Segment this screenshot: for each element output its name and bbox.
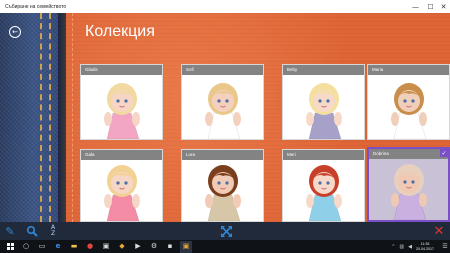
sort-letter-z: Z bbox=[50, 230, 56, 237]
close-window-button[interactable]: ✕ bbox=[437, 0, 450, 13]
doll-photo bbox=[369, 159, 448, 220]
task-view-icon[interactable]: ▭ bbox=[36, 241, 48, 253]
doll-name: Maria bbox=[368, 65, 449, 75]
doll-figure bbox=[204, 83, 241, 139]
denim-seam bbox=[49, 13, 51, 222]
doll-card[interactable]: Beby bbox=[282, 64, 365, 140]
doll-photo bbox=[182, 75, 263, 139]
active-app-icon[interactable]: ▣ bbox=[180, 240, 192, 253]
settings-icon[interactable]: ⚙ bbox=[148, 241, 160, 253]
doll-name: Meri bbox=[283, 150, 364, 160]
app-icon[interactable]: ◆ bbox=[116, 241, 128, 253]
doll-name: Dobrina bbox=[369, 149, 448, 159]
chevron-up-icon[interactable]: ⌃ bbox=[391, 244, 395, 250]
doll-figure bbox=[305, 83, 342, 139]
doll-card[interactable]: Lora bbox=[181, 149, 264, 222]
doll-name: Lora bbox=[182, 150, 263, 160]
doll-figure bbox=[390, 164, 427, 220]
windows-taskbar: ○ ▭ e ▬ ● ▣ ◆ ▶ ⚙ ▪ ▣ ⌃ ▥ ◀ 11:35 20.04.… bbox=[0, 240, 450, 253]
doll-name: Gala bbox=[81, 150, 162, 160]
doll-figure bbox=[103, 83, 140, 139]
windows-start-icon[interactable] bbox=[4, 241, 16, 253]
doll-figure bbox=[103, 165, 140, 221]
pencil-icon[interactable]: ✎ bbox=[3, 224, 17, 238]
chrome-icon[interactable]: ● bbox=[84, 241, 96, 253]
clock-date: 20.04.2017 bbox=[416, 246, 434, 251]
search-icon[interactable] bbox=[25, 224, 39, 238]
denim-seam bbox=[40, 13, 42, 222]
checkmark-icon: ✓ bbox=[440, 149, 448, 157]
denim-background bbox=[0, 13, 62, 222]
store-icon[interactable]: ▣ bbox=[100, 241, 112, 253]
doll-photo bbox=[283, 75, 364, 139]
network-icon[interactable]: ▥ bbox=[399, 244, 404, 250]
edge-icon[interactable]: e bbox=[52, 241, 64, 253]
doll-photo bbox=[81, 160, 162, 221]
arrow-left-icon: ← bbox=[12, 27, 18, 36]
media-icon[interactable]: ▶ bbox=[132, 241, 144, 253]
cortana-icon[interactable]: ○ bbox=[20, 241, 32, 253]
page-title: Колекция bbox=[85, 23, 155, 40]
doll-name: Gladis bbox=[81, 65, 162, 75]
doll-photo bbox=[368, 75, 449, 139]
doll-card[interactable]: Maria bbox=[367, 64, 450, 140]
doll-photo bbox=[283, 160, 364, 221]
leather-stitch bbox=[72, 13, 73, 222]
volume-icon[interactable]: ◀ bbox=[408, 244, 412, 250]
doll-figure bbox=[305, 165, 342, 221]
sort-az-icon[interactable]: A Z bbox=[46, 224, 60, 238]
back-button[interactable]: ← bbox=[9, 26, 21, 38]
collection-grid: Gladis Sofi Beby Maria Gala Lora Meri Do… bbox=[80, 64, 450, 222]
terminal-icon[interactable]: ▪ bbox=[164, 241, 176, 253]
title-bar: Събиране на семейството — ☐ ✕ bbox=[0, 0, 450, 13]
doll-photo bbox=[182, 160, 263, 221]
doll-card[interactable]: Sofi bbox=[181, 64, 264, 140]
clock[interactable]: 11:35 20.04.2017 bbox=[416, 242, 434, 251]
maximize-button[interactable]: ☐ bbox=[424, 0, 437, 13]
file-explorer-icon[interactable]: ▬ bbox=[68, 241, 80, 253]
doll-name: Beby bbox=[283, 65, 364, 75]
window-title: Събиране на семейството bbox=[5, 3, 67, 10]
system-tray: ⌃ ▥ ◀ 11:35 20.04.2017 ☰ bbox=[391, 240, 450, 253]
doll-card[interactable]: Gala bbox=[80, 149, 163, 222]
denim-edge bbox=[58, 13, 66, 222]
doll-card[interactable]: Gladis bbox=[80, 64, 163, 140]
close-icon[interactable]: ✕ bbox=[432, 224, 446, 238]
doll-name: Sofi bbox=[182, 65, 263, 75]
notifications-icon[interactable]: ☰ bbox=[440, 240, 450, 253]
doll-card[interactable]: Meri bbox=[282, 149, 365, 222]
doll-figure bbox=[204, 165, 241, 221]
app-bar: ✎ A Z ✕ bbox=[0, 222, 450, 240]
doll-photo bbox=[81, 75, 162, 139]
doll-figure bbox=[390, 83, 427, 139]
doll-card-selected[interactable]: Dobrina ✓ bbox=[367, 147, 450, 222]
minimize-button[interactable]: — bbox=[409, 0, 422, 13]
resize-icon[interactable] bbox=[219, 224, 233, 238]
